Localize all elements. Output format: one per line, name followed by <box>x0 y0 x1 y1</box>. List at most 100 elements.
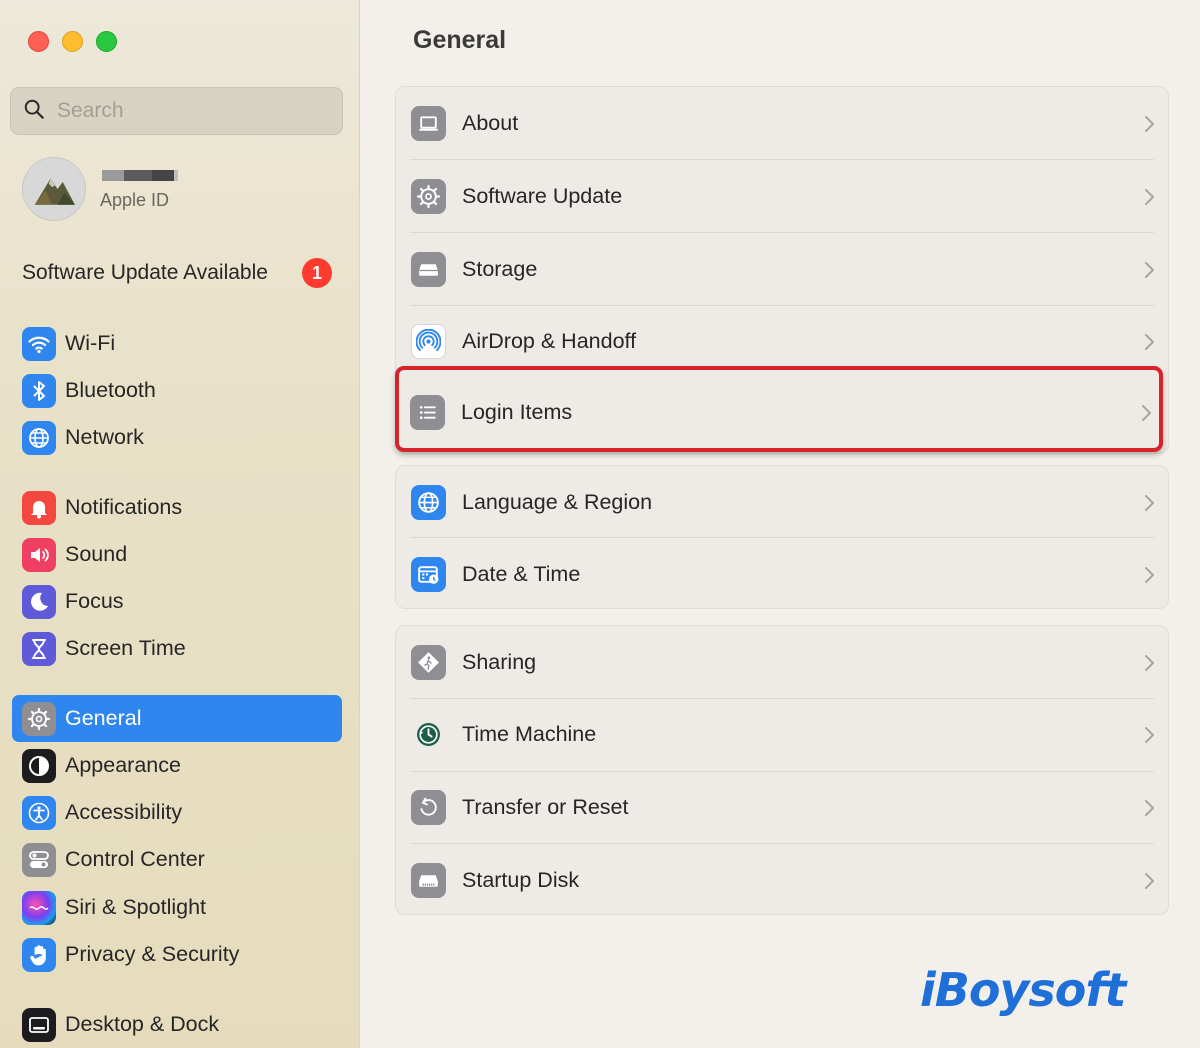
speaker-icon <box>22 537 56 572</box>
iboysoft-watermark: iBoysoft <box>920 963 1126 1017</box>
sidebar-item-label: Appearance <box>65 753 181 777</box>
sidebar-item-label: Privacy & Security <box>65 942 240 966</box>
dock-icon <box>22 1007 56 1042</box>
window-controls <box>28 31 117 52</box>
sidebar-item-label: Network <box>65 425 144 449</box>
sidebar-item-notifications[interactable]: Notifications <box>12 484 342 531</box>
mountain-icon <box>34 178 75 205</box>
sidebar-item-control-center[interactable]: Control Center <box>12 836 342 883</box>
row-label: About <box>462 111 519 135</box>
calendar-icon <box>411 557 446 592</box>
chevron-right-icon <box>1145 333 1154 350</box>
row-date-time[interactable]: Date & Time <box>396 538 1170 611</box>
row-sharing[interactable]: Sharing <box>396 626 1170 699</box>
sidebar-item-label: Bluetooth <box>65 378 156 402</box>
disk-icon <box>411 863 446 898</box>
row-label: Time Machine <box>462 722 597 746</box>
chevron-right-icon <box>1145 872 1154 889</box>
hourglass-icon <box>22 631 56 666</box>
row-label: Startup Disk <box>462 868 580 892</box>
sidebar-item-screen-time[interactable]: Screen Time <box>12 625 342 672</box>
row-transfer-reset[interactable]: Transfer or Reset <box>396 771 1170 844</box>
sidebar-item-label: Siri & Spotlight <box>65 895 207 919</box>
avatar <box>22 157 86 221</box>
sidebar-item-desktop-dock[interactable]: Desktop & Dock <box>12 1001 342 1048</box>
sidebar-item-label: Notifications <box>65 495 183 519</box>
row-label: Login Items <box>461 400 573 424</box>
sidebar-item-label: Screen Time <box>65 636 186 660</box>
sidebar-item-sound[interactable]: Sound <box>12 531 342 578</box>
wifi-icon <box>22 326 56 361</box>
search-input[interactable] <box>57 99 317 123</box>
moon-icon <box>22 584 56 619</box>
siri-icon <box>22 890 56 925</box>
sidebar-item-general[interactable]: General <box>12 695 342 742</box>
sidebar-item-label: Focus <box>65 589 124 613</box>
globe-icon <box>22 420 56 455</box>
row-label: Language & Region <box>462 490 653 514</box>
sidebar-item-label: Control Center <box>65 847 205 871</box>
time-machine-icon <box>411 717 446 752</box>
row-label: Sharing <box>462 650 537 674</box>
sidebar-item-privacy-security[interactable]: Privacy & Security <box>12 931 342 978</box>
sidebar-item-label: Wi-Fi <box>65 331 116 355</box>
apple-id-account[interactable]: Apple ID <box>22 157 220 221</box>
apple-id-label: Apple ID <box>100 189 170 210</box>
minimize-button[interactable] <box>62 31 83 52</box>
chevron-right-icon <box>1145 726 1154 743</box>
row-label: Transfer or Reset <box>462 795 629 819</box>
row-label: Software Update <box>462 184 623 208</box>
sidebar-item-accessibility[interactable]: Accessibility <box>12 789 342 836</box>
software-update-available[interactable]: Software Update Available 1 <box>22 258 332 288</box>
settings-group-locale: Language & Region Date & Time <box>395 465 1169 609</box>
sidebar-item-bluetooth[interactable]: Bluetooth <box>12 367 342 414</box>
drive-icon <box>411 252 446 287</box>
row-startup-disk[interactable]: Startup Disk <box>396 844 1170 917</box>
accessibility-icon <box>22 795 56 830</box>
sidebar-item-label: Sound <box>65 542 128 566</box>
hand-icon <box>22 937 56 972</box>
gear-icon <box>411 179 446 214</box>
gear-icon <box>22 701 56 736</box>
globe-icon <box>411 485 446 520</box>
login-items-highlight: Login Items <box>395 366 1163 452</box>
toggles-icon <box>22 842 56 877</box>
page-title: General <box>413 26 507 54</box>
row-about[interactable]: About <box>396 87 1170 160</box>
sidebar-item-wifi[interactable]: Wi-Fi <box>12 320 342 367</box>
row-language-region[interactable]: Language & Region <box>396 466 1170 539</box>
sidebar-item-focus[interactable]: Focus <box>12 578 342 625</box>
appearance-icon <box>22 748 56 783</box>
reset-icon <box>411 790 446 825</box>
search-icon <box>23 98 45 125</box>
chevron-right-icon <box>1145 566 1154 583</box>
sharing-icon <box>411 645 446 680</box>
row-software-update[interactable]: Software Update <box>396 160 1170 233</box>
sidebar-item-network[interactable]: Network <box>12 414 342 461</box>
software-update-label: Software Update Available <box>22 261 268 284</box>
sidebar-item-label: Desktop & Dock <box>65 1012 220 1036</box>
zoom-button[interactable] <box>96 31 117 52</box>
account-name-redacted <box>100 168 220 182</box>
chevron-right-icon <box>1145 494 1154 511</box>
chevron-right-icon <box>1145 261 1154 278</box>
airdrop-icon <box>411 324 446 359</box>
row-login-items[interactable]: Login Items <box>395 376 1163 449</box>
row-storage[interactable]: Storage <box>396 233 1170 306</box>
bell-icon <box>22 490 56 525</box>
sidebar: Apple ID Software Update Available 1 Wi-… <box>0 0 360 1048</box>
sidebar-item-label: General <box>65 706 142 730</box>
search-field[interactable] <box>10 87 343 135</box>
laptop-icon <box>411 106 446 141</box>
row-label: Storage <box>462 257 538 281</box>
chevron-right-icon <box>1145 188 1154 205</box>
close-button[interactable] <box>28 31 49 52</box>
chevron-right-icon <box>1145 799 1154 816</box>
sidebar-item-siri-spotlight[interactable]: Siri & Spotlight <box>12 884 342 931</box>
sidebar-item-appearance[interactable]: Appearance <box>12 742 342 789</box>
row-time-machine[interactable]: Time Machine <box>396 698 1170 771</box>
chevron-right-icon <box>1145 115 1154 132</box>
row-label: AirDrop & Handoff <box>462 329 637 353</box>
settings-group-other: Sharing Time Machine Transfer or Reset S… <box>395 625 1169 915</box>
row-label: Date & Time <box>462 562 581 586</box>
